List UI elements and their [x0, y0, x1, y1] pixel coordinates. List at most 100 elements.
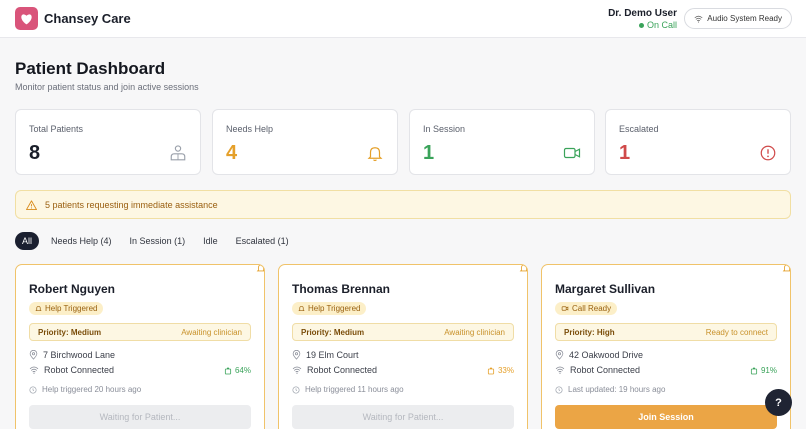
battery-icon — [224, 367, 232, 374]
last-activity-text: Last updated: 19 hours ago — [568, 385, 666, 394]
bell-icon — [298, 306, 305, 311]
patient-address: 7 Birchwood Lane — [29, 350, 115, 360]
battery-percent: 91% — [760, 366, 777, 375]
status-badge: Help Triggered — [29, 302, 104, 315]
patient-address: 42 Oakwood Drive — [555, 350, 643, 360]
robot-status-text: Robot Connected — [570, 365, 641, 375]
patient-name: Robert Nguyen — [29, 282, 116, 296]
patient-name: Margaret Sullivan — [555, 282, 656, 296]
page-subtitle: Monitor patient status and join active s… — [15, 82, 199, 92]
bell-icon — [782, 265, 790, 272]
battery-level: 64% — [224, 366, 251, 375]
last-activity: Help triggered 11 hours ago — [292, 385, 404, 394]
audio-status-button[interactable]: Audio System Ready — [684, 8, 792, 29]
assistance-alert-banner: 5 patients requesting immediate assistan… — [15, 190, 791, 219]
filter-all[interactable]: All — [15, 232, 40, 250]
patient-card[interactable]: Thomas Brennan Help Triggered Priority: … — [278, 264, 528, 429]
clock-icon — [292, 386, 300, 393]
user-status-label: On Call — [646, 20, 677, 30]
battery-level: 33% — [487, 366, 514, 375]
robot-status-text: Robot Connected — [307, 365, 378, 375]
filter-in-session[interactable]: In Session (1) — [124, 232, 192, 250]
stat-value: 1 — [619, 142, 631, 164]
battery-percent: 64% — [234, 366, 251, 375]
filter-needs-help[interactable]: Needs Help (4) — [45, 232, 118, 250]
warning-triangle-icon — [26, 199, 37, 210]
location-pin-icon — [29, 350, 38, 360]
priority-status: Awaiting clinician — [444, 327, 505, 337]
location-pin-icon — [292, 350, 301, 360]
stat-card-needs-help: Needs Help 4 — [212, 109, 398, 175]
status-badge-label: Call Ready — [572, 304, 612, 313]
stat-value: 1 — [423, 142, 435, 164]
stat-label: Escalated — [619, 124, 659, 134]
bell-icon — [256, 265, 264, 272]
stat-label: Total Patients — [29, 124, 84, 134]
battery-icon — [750, 367, 758, 374]
last-activity: Help triggered 20 hours ago — [29, 385, 141, 394]
bell-icon — [35, 306, 42, 311]
video-icon — [561, 306, 569, 311]
video-icon — [563, 147, 581, 159]
patient-name: Thomas Brennan — [292, 282, 391, 296]
robot-status: Robot Connected — [555, 365, 640, 375]
status-dot-icon — [638, 22, 644, 28]
filter-idle[interactable]: Idle — [197, 232, 224, 250]
bell-icon — [367, 147, 383, 162]
alert-circle-icon — [760, 145, 776, 161]
stat-card-total-patients: Total Patients 8 — [15, 109, 201, 175]
robot-status: Robot Connected — [292, 365, 377, 375]
bell-icon — [519, 265, 527, 272]
user-name: Dr. Demo User — [608, 8, 677, 19]
wifi-icon — [694, 15, 703, 23]
battery-icon — [487, 367, 495, 374]
address-text: 19 Elm Court — [306, 350, 359, 360]
waiting-button[interactable]: Waiting for Patient... — [29, 405, 251, 429]
filter-escalated[interactable]: Escalated (1) — [230, 232, 295, 250]
clock-icon — [555, 386, 563, 393]
stat-label: In Session — [423, 124, 466, 134]
heart-logo-icon — [15, 7, 38, 30]
priority-label: Priority: Medium — [38, 327, 102, 337]
patient-address: 19 Elm Court — [292, 350, 359, 360]
patients-icon — [170, 145, 186, 161]
priority-label: Priority: High — [564, 327, 615, 337]
last-activity-text: Help triggered 20 hours ago — [42, 385, 142, 394]
stat-value: 4 — [226, 142, 238, 164]
alert-text: 5 patients requesting immediate assistan… — [45, 199, 218, 210]
battery-percent: 33% — [497, 366, 514, 375]
robot-status-text: Robot Connected — [44, 365, 115, 375]
clock-icon — [29, 386, 37, 393]
status-badge-label: Help Triggered — [308, 304, 361, 313]
stat-value: 8 — [29, 142, 41, 164]
filter-tabs: All Needs Help (4) In Session (1) Idle E… — [15, 232, 295, 250]
priority-label: Priority: Medium — [301, 327, 365, 337]
battery-level: 91% — [750, 366, 777, 375]
help-button[interactable]: ? — [765, 389, 792, 416]
stat-label: Needs Help — [226, 124, 274, 134]
address-text: 7 Birchwood Lane — [43, 350, 116, 360]
address-text: 42 Oakwood Drive — [569, 350, 644, 360]
brand-name: Chansey Care — [44, 11, 131, 26]
join-session-button[interactable]: Join Session — [555, 405, 777, 429]
waiting-button[interactable]: Waiting for Patient... — [292, 405, 514, 429]
stat-card-escalated: Escalated 1 — [605, 109, 791, 175]
location-pin-icon — [555, 350, 564, 360]
top-bar: Chansey Care Dr. Demo User On Call Audio… — [0, 0, 806, 38]
wifi-icon — [555, 366, 565, 374]
last-activity-text: Help triggered 11 hours ago — [305, 385, 404, 394]
status-badge-label: Help Triggered — [45, 304, 98, 313]
status-badge: Call Ready — [555, 302, 618, 315]
patient-card[interactable]: Margaret Sullivan Call Ready Priority: H… — [541, 264, 791, 429]
wifi-icon — [29, 366, 39, 374]
wifi-icon — [292, 366, 302, 374]
audio-status-label: Audio System Ready — [707, 14, 782, 23]
priority-status: Ready to connect — [705, 327, 768, 337]
page-title: Patient Dashboard — [15, 59, 166, 78]
robot-status: Robot Connected — [29, 365, 114, 375]
priority-status: Awaiting clinician — [181, 327, 242, 337]
patient-card[interactable]: Robert Nguyen Help Triggered Priority: M… — [15, 264, 265, 429]
priority-bar: Priority: Medium Awaiting clinician — [292, 323, 514, 341]
priority-bar: Priority: Medium Awaiting clinician — [29, 323, 251, 341]
last-activity: Last updated: 19 hours ago — [555, 385, 665, 394]
